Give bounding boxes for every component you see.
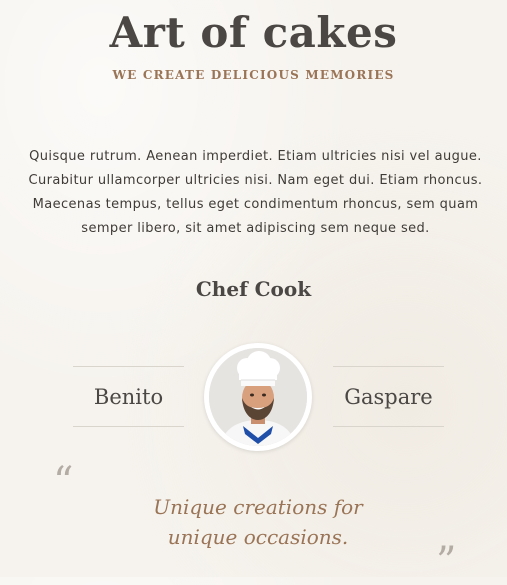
page-title: Art of cakes <box>109 8 398 57</box>
chef-avatar <box>204 343 312 451</box>
section-title: Chef Cook <box>195 277 312 301</box>
quote-open-icon: “ <box>53 459 74 505</box>
quote-close-icon: ” <box>436 539 457 585</box>
page-subtitle: WE CREATE DELICIOUS MEMORIES <box>112 68 395 82</box>
chef-last-name: Gaspare <box>333 366 444 427</box>
chef-portrait-icon <box>209 348 307 446</box>
intro-paragraph: Quisque rutrum. Aenean imperdiet. Etiam … <box>28 149 483 236</box>
quote-text: Unique creations for unique occasions. <box>153 495 363 549</box>
chef-first-name: Benito <box>73 366 184 427</box>
